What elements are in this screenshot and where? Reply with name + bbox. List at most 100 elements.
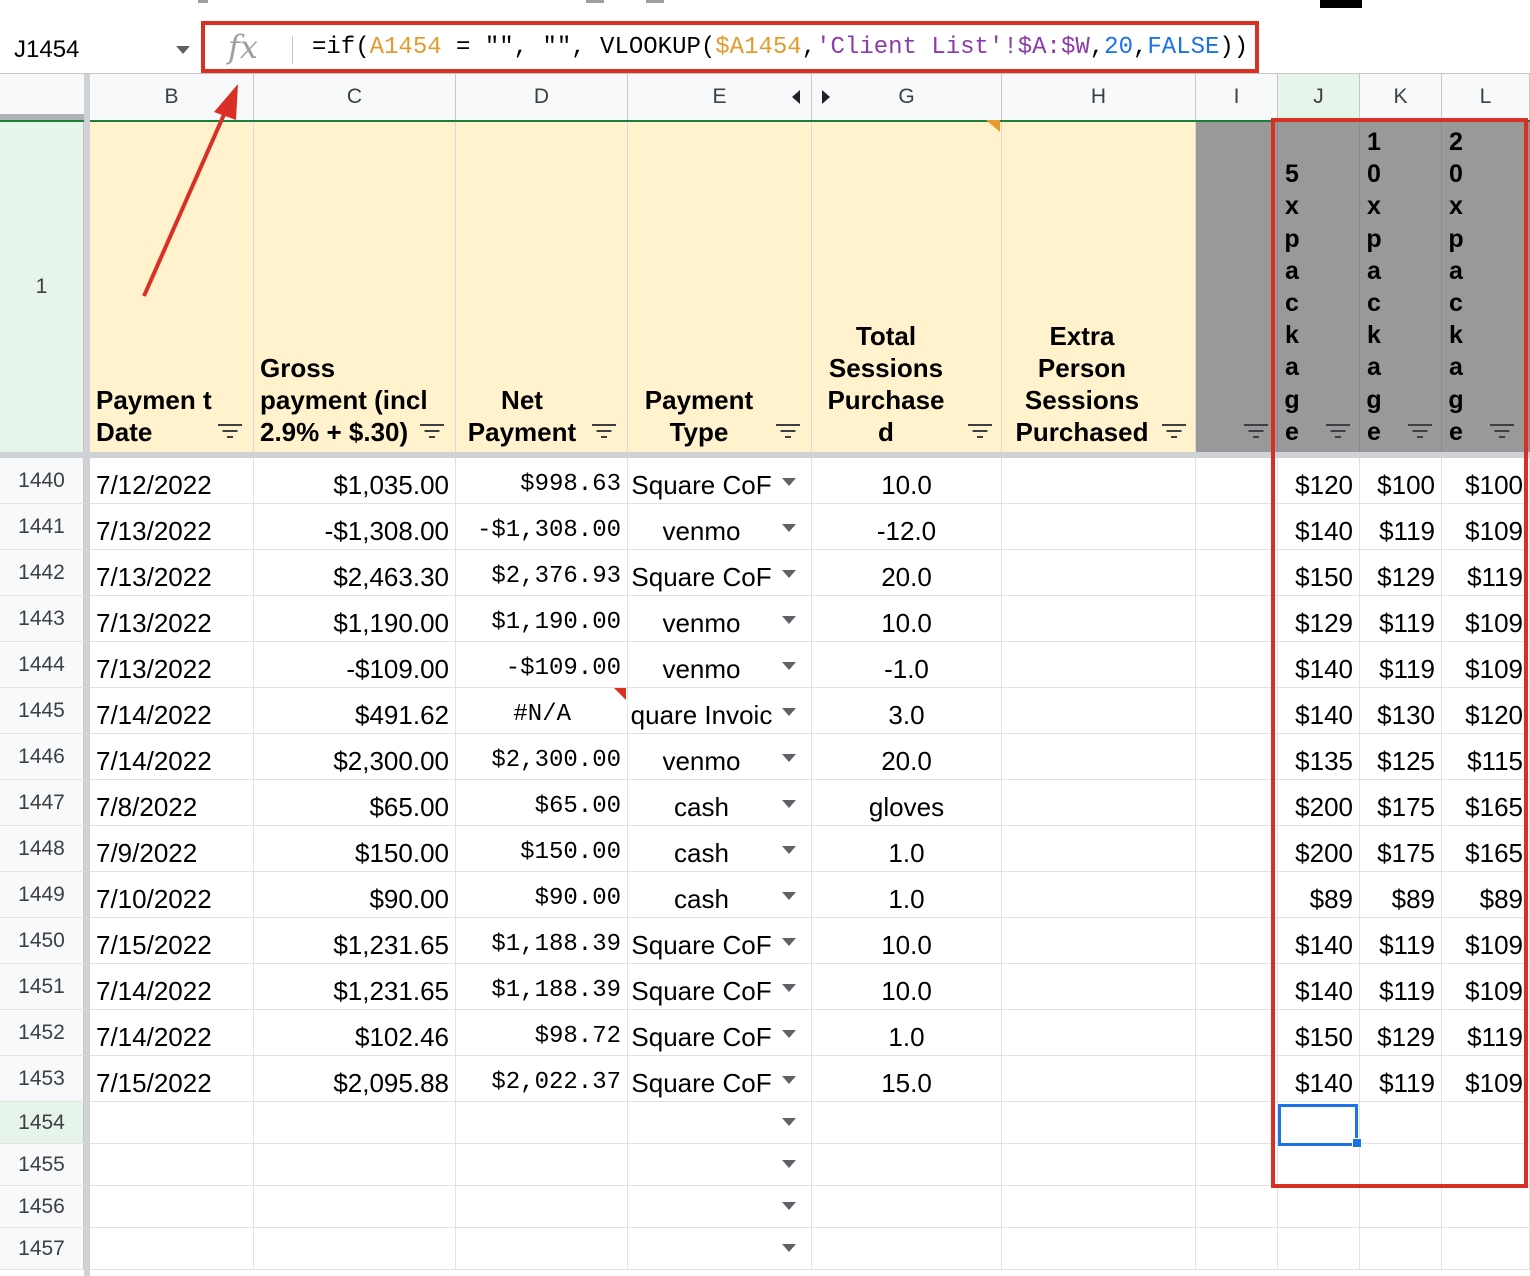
cell-10x-package[interactable] [1360, 1186, 1442, 1227]
row-number[interactable]: 1454 [0, 1102, 84, 1143]
cell-total-sessions[interactable] [812, 1144, 1002, 1185]
column-header-j[interactable]: J [1278, 74, 1360, 120]
row-number[interactable]: 1443 [0, 596, 84, 641]
chevron-down-icon[interactable] [782, 524, 796, 532]
cell-i[interactable] [1196, 872, 1278, 917]
cell-net-payment[interactable]: $90.00 [456, 872, 628, 917]
cell-5x-package[interactable] [1278, 1186, 1360, 1227]
cell-extra-sessions[interactable] [1002, 504, 1196, 549]
cell-i[interactable] [1196, 504, 1278, 549]
cell-net-payment[interactable]: $2,300.00 [456, 734, 628, 779]
cell-net-payment[interactable] [456, 1144, 628, 1185]
column-header-d[interactable]: D [456, 74, 628, 120]
row-number[interactable]: 1455 [0, 1144, 84, 1185]
cell-payment-date[interactable] [90, 1228, 254, 1269]
cell-i[interactable] [1196, 734, 1278, 779]
chevron-down-icon[interactable] [782, 1030, 796, 1038]
cell-i[interactable] [1196, 1010, 1278, 1055]
header-cell-gross-payment[interactable]: Gross payment (incl 2.9% + $.30) [254, 122, 456, 452]
cell-payment-date[interactable]: 7/15/2022 [90, 918, 254, 963]
row-number[interactable]: 1445 [0, 688, 84, 733]
cell-10x-package[interactable] [1360, 1228, 1442, 1269]
column-header-c[interactable]: C [254, 74, 456, 120]
cell-gross-payment[interactable]: $1,231.65 [254, 964, 456, 1009]
cell-i[interactable] [1196, 458, 1278, 503]
cell-extra-sessions[interactable] [1002, 1102, 1196, 1143]
cell-extra-sessions[interactable] [1002, 596, 1196, 641]
chevron-down-icon[interactable] [782, 662, 796, 670]
filter-icon[interactable] [776, 424, 800, 440]
column-header-k[interactable]: K [1360, 74, 1442, 120]
cell-20x-package[interactable] [1442, 1186, 1530, 1227]
cell-net-payment[interactable] [456, 1186, 628, 1227]
cell-total-sessions[interactable]: 10.0 [812, 596, 1002, 641]
error-indicator[interactable] [614, 688, 626, 700]
cell-net-payment[interactable]: $2,376.93 [456, 550, 628, 595]
cell-payment-date[interactable]: 7/14/2022 [90, 1010, 254, 1055]
chevron-down-icon[interactable] [782, 478, 796, 486]
cell-gross-payment[interactable]: -$1,308.00 [254, 504, 456, 549]
filter-icon[interactable] [968, 424, 992, 440]
cell-i[interactable] [1196, 550, 1278, 595]
cell-gross-payment[interactable]: $90.00 [254, 872, 456, 917]
row-number[interactable]: 1444 [0, 642, 84, 687]
cell-total-sessions[interactable] [812, 1102, 1002, 1143]
select-all-corner[interactable] [0, 74, 90, 120]
cell-total-sessions[interactable]: 20.0 [812, 734, 1002, 779]
row-number[interactable]: 1453 [0, 1056, 84, 1101]
cell-extra-sessions[interactable] [1002, 1010, 1196, 1055]
cell-i[interactable] [1196, 1056, 1278, 1101]
chevron-down-icon[interactable] [782, 570, 796, 578]
cell-net-payment[interactable]: $65.00 [456, 780, 628, 825]
cell-payment-date[interactable] [90, 1186, 254, 1227]
cell-total-sessions[interactable]: -1.0 [812, 642, 1002, 687]
cell-gross-payment[interactable]: $1,190.00 [254, 596, 456, 641]
cell-total-sessions[interactable]: 20.0 [812, 550, 1002, 595]
cell-payment-date[interactable]: 7/10/2022 [90, 872, 254, 917]
cell-extra-sessions[interactable] [1002, 550, 1196, 595]
row-number[interactable]: 1457 [0, 1228, 84, 1269]
cell-payment-date[interactable]: 7/14/2022 [90, 688, 254, 733]
cell-net-payment[interactable]: $998.63 [456, 458, 628, 503]
cell-payment-date[interactable]: 7/12/2022 [90, 458, 254, 503]
cell-total-sessions[interactable] [812, 1228, 1002, 1269]
header-cell-i[interactable] [1196, 122, 1278, 452]
cell-payment-date[interactable] [90, 1144, 254, 1185]
chevron-down-icon[interactable] [782, 1076, 796, 1084]
cell-extra-sessions[interactable] [1002, 1056, 1196, 1101]
row-number[interactable]: 1 [0, 122, 84, 452]
cell-net-payment[interactable]: $1,188.39 [456, 964, 628, 1009]
cell-payment-date[interactable]: 7/14/2022 [90, 734, 254, 779]
cell-total-sessions[interactable]: gloves [812, 780, 1002, 825]
cell-total-sessions[interactable]: 1.0 [812, 872, 1002, 917]
cell-payment-date[interactable]: 7/13/2022 [90, 596, 254, 641]
cell-payment-date[interactable]: 7/13/2022 [90, 642, 254, 687]
cell-extra-sessions[interactable] [1002, 872, 1196, 917]
cell-payment-date[interactable]: 7/13/2022 [90, 504, 254, 549]
cell-net-payment[interactable]: $1,188.39 [456, 918, 628, 963]
cell-net-payment[interactable]: -$109.00 [456, 642, 628, 687]
cell-net-payment[interactable]: -$1,308.00 [456, 504, 628, 549]
column-header-e[interactable]: E [628, 74, 812, 120]
cell-extra-sessions[interactable] [1002, 688, 1196, 733]
chevron-down-icon[interactable] [782, 846, 796, 854]
cell-gross-payment[interactable] [254, 1144, 456, 1185]
cell-i[interactable] [1196, 1186, 1278, 1227]
cell-i[interactable] [1196, 596, 1278, 641]
row-number[interactable]: 1452 [0, 1010, 84, 1055]
cell-gross-payment[interactable]: $1,035.00 [254, 458, 456, 503]
cell-i[interactable] [1196, 780, 1278, 825]
chevron-down-icon[interactable] [782, 938, 796, 946]
chevron-down-icon[interactable] [782, 984, 796, 992]
cell-payment-date[interactable]: 7/15/2022 [90, 1056, 254, 1101]
header-cell-net-payment[interactable]: Net Payment [456, 122, 628, 452]
chevron-down-icon[interactable] [782, 616, 796, 624]
cell-net-payment[interactable]: $98.72 [456, 1010, 628, 1055]
row-number[interactable]: 1456 [0, 1186, 84, 1227]
row-number[interactable]: 1447 [0, 780, 84, 825]
filter-icon[interactable] [1244, 424, 1268, 440]
chevron-down-icon[interactable] [782, 708, 796, 716]
cell-gross-payment[interactable] [254, 1228, 456, 1269]
name-box[interactable]: J1454 [0, 26, 198, 74]
chevron-down-icon[interactable] [782, 1118, 796, 1126]
